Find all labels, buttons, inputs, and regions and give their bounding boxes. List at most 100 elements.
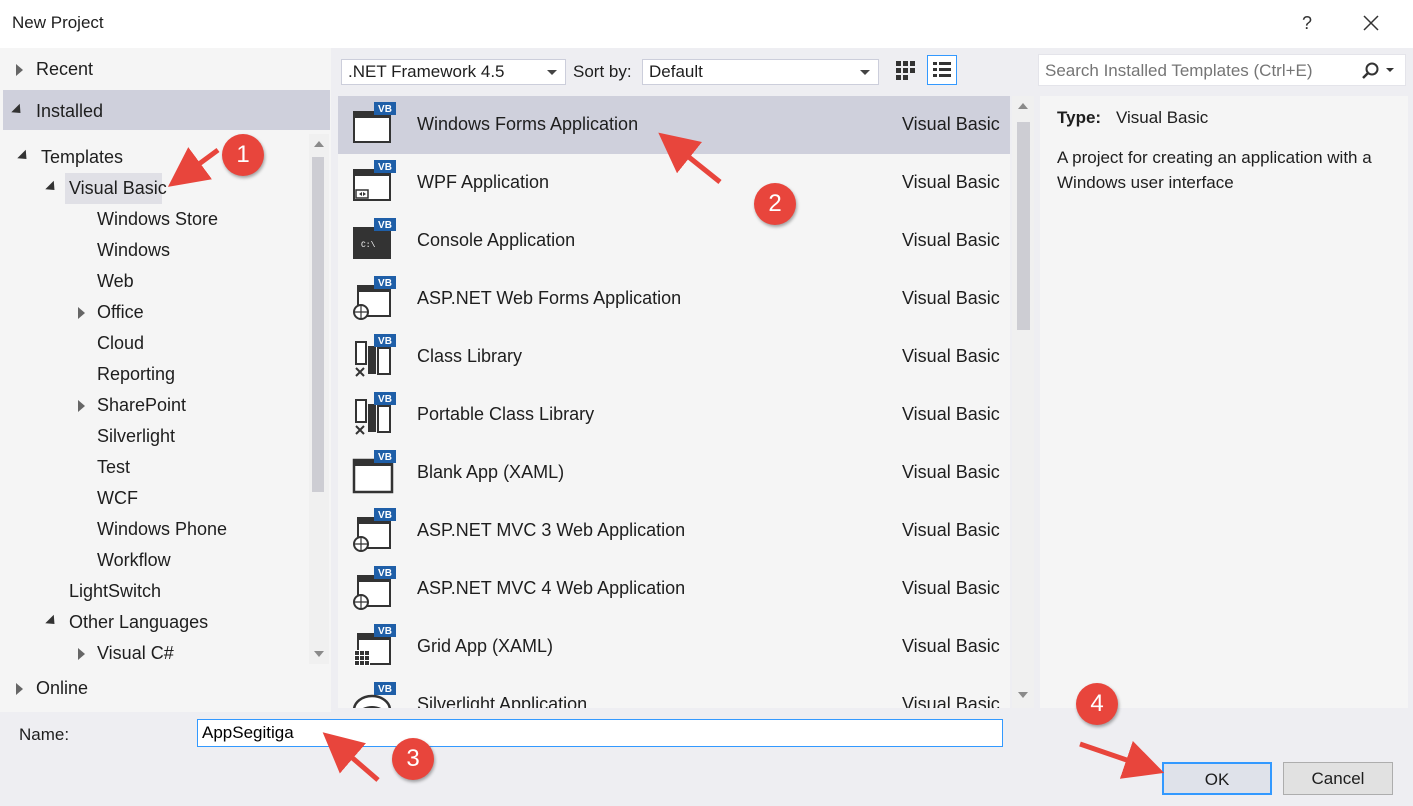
expand-arrow-icon bbox=[78, 648, 85, 660]
vb-blankapp-icon: VB bbox=[352, 450, 396, 494]
template-name: WPF Application bbox=[417, 172, 550, 192]
template-row[interactable]: VB ASP.NET Web Forms Application Visual … bbox=[338, 270, 1010, 328]
template-language: Visual Basic bbox=[902, 288, 1000, 308]
template-row[interactable]: VB Portable Class Library Visual Basic bbox=[338, 386, 1010, 444]
nav-item-workflow[interactable]: Workflow bbox=[97, 550, 171, 571]
vb-silverlight-icon: VB bbox=[352, 682, 396, 708]
expand-arrow-icon bbox=[78, 400, 85, 412]
template-name: Grid App (XAML) bbox=[417, 636, 554, 656]
nav-item-windows-phone[interactable]: Windows Phone bbox=[97, 519, 227, 540]
nav-item-label: Visual Basic bbox=[69, 178, 167, 198]
list-view-button[interactable] bbox=[927, 55, 957, 85]
template-description: A project for creating an application wi… bbox=[1057, 148, 1372, 192]
template-name: Class Library bbox=[417, 346, 523, 366]
ok-button[interactable]: OK bbox=[1162, 762, 1272, 795]
template-row[interactable]: VB Windows Forms Application Visual Basi… bbox=[338, 96, 1010, 154]
template-language: Visual Basic bbox=[902, 230, 1000, 250]
nav-scrollbar-thumb[interactable] bbox=[312, 157, 324, 492]
close-button[interactable] bbox=[1356, 10, 1386, 36]
small-icons-view-button[interactable] bbox=[890, 55, 920, 85]
template-row[interactable]: VB ASP.NET MVC 3 Web Application Visual … bbox=[338, 502, 1010, 560]
svg-text:VB: VB bbox=[378, 510, 392, 521]
template-language: Visual Basic bbox=[902, 172, 1000, 192]
help-button[interactable]: ? bbox=[1292, 10, 1322, 36]
nav-item-label: Recent bbox=[36, 59, 94, 79]
nav-item-label: SharePoint bbox=[97, 395, 187, 415]
nav-item-test[interactable]: Test bbox=[97, 457, 130, 478]
callout-badge-3: 3 bbox=[392, 738, 434, 780]
nav-item-label: Office bbox=[97, 302, 144, 322]
scroll-up-icon[interactable] bbox=[311, 138, 327, 150]
template-language: Visual Basic bbox=[902, 578, 1000, 598]
type-value: Visual Basic bbox=[1116, 108, 1209, 127]
callout-badge-1: 1 bbox=[222, 134, 264, 176]
nav-clip bbox=[0, 662, 309, 666]
expand-arrow-icon bbox=[16, 64, 23, 76]
template-language: Visual Basic bbox=[902, 346, 1000, 366]
nav-item-windows[interactable]: Windows bbox=[97, 240, 170, 261]
template-language: Visual Basic bbox=[902, 462, 1000, 482]
sort-by-select[interactable]: Default bbox=[642, 59, 879, 85]
type-label: Type: bbox=[1057, 108, 1102, 127]
template-name: ASP.NET Web Forms Application bbox=[417, 288, 682, 308]
template-row[interactable]: VB ASP.NET MVC 4 Web Application Visual … bbox=[338, 560, 1010, 618]
nav-item-reporting[interactable]: Reporting bbox=[97, 364, 175, 385]
framework-select[interactable]: .NET Framework 4.5 bbox=[341, 59, 566, 85]
cancel-button[interactable]: Cancel bbox=[1283, 762, 1393, 795]
search-box[interactable] bbox=[1038, 54, 1406, 87]
title-bar bbox=[0, 0, 1413, 48]
scroll-down-icon[interactable] bbox=[311, 648, 327, 660]
svg-text:VB: VB bbox=[378, 278, 392, 289]
template-name: Blank App (XAML) bbox=[417, 462, 565, 482]
chevron-down-icon bbox=[860, 70, 870, 75]
project-name-input[interactable] bbox=[197, 719, 1003, 747]
callout-badge-2: 2 bbox=[754, 183, 796, 225]
nav-item-silverlight[interactable]: Silverlight bbox=[97, 426, 175, 447]
nav-item-label: Templates bbox=[41, 147, 124, 167]
vb-console-icon: C:\ VB bbox=[353, 218, 396, 259]
sort-by-select-value: Default bbox=[649, 62, 703, 81]
template-row[interactable]: VB Silverlight Application Visual Basic bbox=[338, 676, 1010, 708]
search-input[interactable] bbox=[1039, 55, 1365, 87]
svg-text:VB: VB bbox=[378, 336, 392, 347]
framework-select-value: .NET Framework 4.5 bbox=[348, 62, 505, 81]
nav-item-windows-store[interactable]: Windows Store bbox=[97, 209, 218, 230]
template-language: Visual Basic bbox=[902, 520, 1000, 540]
template-name: Portable Class Library bbox=[417, 404, 595, 424]
template-name: Silverlight Application bbox=[417, 694, 588, 708]
template-list-scrollbar-thumb[interactable] bbox=[1017, 122, 1030, 330]
template-row[interactable]: VB Grid App (XAML) Visual Basic bbox=[338, 618, 1010, 676]
svg-text:VB: VB bbox=[378, 452, 392, 463]
template-name: ASP.NET MVC 4 Web Application bbox=[417, 578, 686, 598]
nav-item-visual-csharp[interactable]: Visual C# bbox=[78, 643, 308, 661]
vb-mvc4-icon: VB bbox=[353, 566, 396, 610]
scroll-down-icon[interactable] bbox=[1015, 689, 1031, 701]
template-list: VB Windows Forms Application Visual Basi… bbox=[338, 96, 1010, 708]
template-row[interactable]: C:\ VB Console Application Visual Basic bbox=[338, 212, 1010, 270]
name-label: Name: bbox=[19, 725, 70, 744]
template-name: Console Application bbox=[417, 230, 576, 250]
nav-item-web[interactable]: Web bbox=[97, 271, 134, 292]
svg-text:VB: VB bbox=[378, 220, 392, 231]
vb-gridapp-icon: VB bbox=[354, 624, 396, 666]
search-icon[interactable] bbox=[1361, 61, 1397, 81]
vb-wpf-icon: VB bbox=[353, 160, 396, 201]
template-row[interactable]: VB WPF Application Visual Basic bbox=[338, 154, 1010, 212]
vb-web-icon: VB bbox=[353, 276, 396, 320]
list-view-icon bbox=[933, 62, 951, 77]
svg-text:VB: VB bbox=[378, 568, 392, 579]
svg-text:C:\: C:\ bbox=[361, 241, 376, 250]
template-name: ASP.NET MVC 3 Web Application bbox=[417, 520, 686, 540]
grid-view-icon bbox=[896, 61, 915, 80]
nav-item-cloud[interactable]: Cloud bbox=[97, 333, 144, 354]
nav-item-label: Visual C# bbox=[97, 643, 174, 661]
nav-item-wcf[interactable]: WCF bbox=[97, 488, 138, 509]
template-name: Windows Forms Application bbox=[417, 114, 639, 134]
scroll-up-icon[interactable] bbox=[1015, 100, 1031, 112]
nav-item-label: Other Languages bbox=[69, 612, 209, 632]
nav-item-lightswitch[interactable]: LightSwitch bbox=[69, 581, 161, 602]
template-row[interactable]: VB Class Library Visual Basic bbox=[338, 328, 1010, 386]
expand-arrow-icon bbox=[78, 307, 85, 319]
svg-text:VB: VB bbox=[378, 684, 392, 695]
template-row[interactable]: VB Blank App (XAML) Visual Basic bbox=[338, 444, 1010, 502]
